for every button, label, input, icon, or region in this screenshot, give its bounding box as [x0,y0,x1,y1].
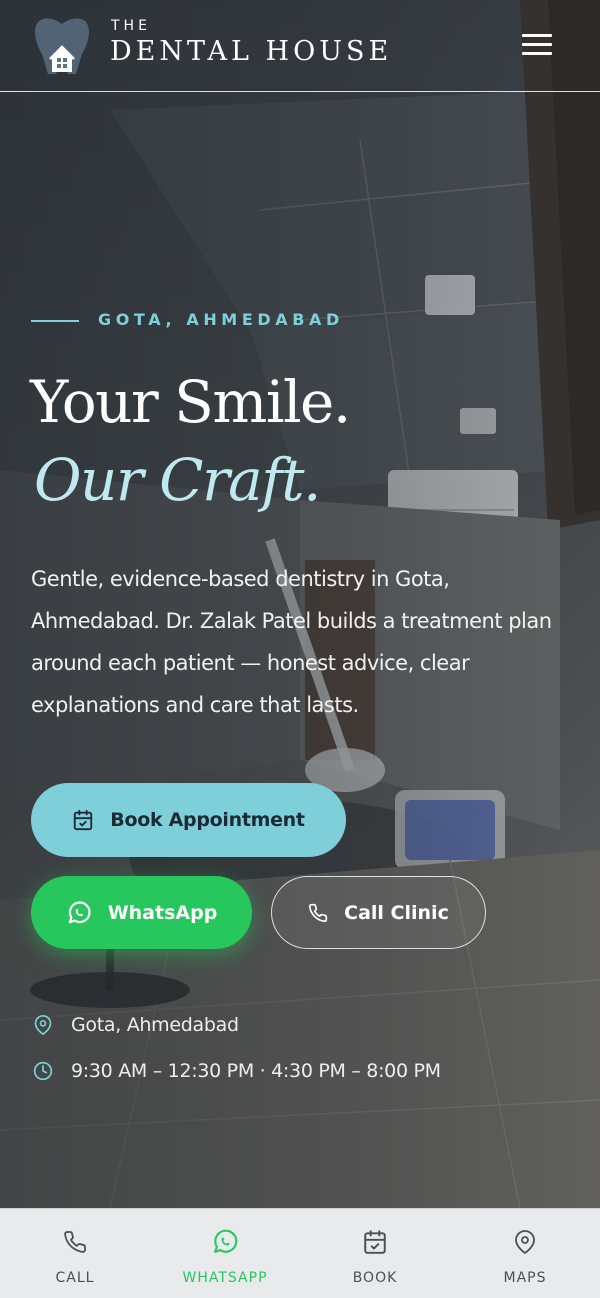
hero-headline-line1: Your Smile. [30,368,351,436]
whatsapp-label: WhatsApp [107,901,218,924]
map-pin-icon [513,1227,537,1257]
bottom-navigation: CALL WHATSAPP BOOK MAPS [0,1208,600,1298]
brand-name[interactable]: DENTAL HOUSE [110,36,392,67]
whatsapp-icon [66,900,92,926]
whatsapp-button[interactable]: WhatsApp [31,876,252,949]
nav-book-label: BOOK [352,1270,398,1286]
call-clinic-button[interactable]: Call Clinic [271,876,486,949]
clinic-hours: 9:30 AM – 12:30 PM · 4:30 PM – 8:00 PM [33,1060,441,1082]
hamburger-menu-icon[interactable] [522,34,554,58]
nav-maps[interactable]: MAPS [450,1209,600,1298]
clock-icon [33,1061,53,1081]
nav-whatsapp[interactable]: WHATSAPP [150,1209,300,1298]
location-text: Gota, Ahmedabad [71,1014,239,1036]
book-appointment-button[interactable]: Book Appointment [31,783,346,857]
phone-icon [63,1227,87,1257]
location-eyebrow: GOTA, AHMEDABAD [98,310,344,329]
brand-prefix: THE [111,18,151,34]
nav-call[interactable]: CALL [0,1209,150,1298]
call-clinic-label: Call Clinic [344,901,449,924]
calendar-check-icon [72,809,94,831]
tooth-house-logo[interactable] [30,14,94,78]
hero-headline-line2: Our Craft. [34,446,321,514]
nav-maps-label: MAPS [503,1270,547,1286]
nav-whatsapp-label: WHATSAPP [182,1270,268,1286]
map-pin-icon [33,1014,53,1036]
nav-book[interactable]: BOOK [300,1209,450,1298]
book-appointment-label: Book Appointment [110,809,305,831]
nav-call-label: CALL [55,1270,95,1286]
eyebrow-divider [31,320,79,322]
hours-text: 9:30 AM – 12:30 PM · 4:30 PM – 8:00 PM [71,1060,441,1082]
hero-description: Gentle, evidence-based dentistry in Gota… [31,567,552,717]
whatsapp-icon [211,1227,239,1257]
site-header: THE DENTAL HOUSE [0,0,600,92]
calendar-icon [362,1227,388,1257]
phone-icon [308,903,328,923]
clinic-location: Gota, Ahmedabad [33,1014,239,1036]
